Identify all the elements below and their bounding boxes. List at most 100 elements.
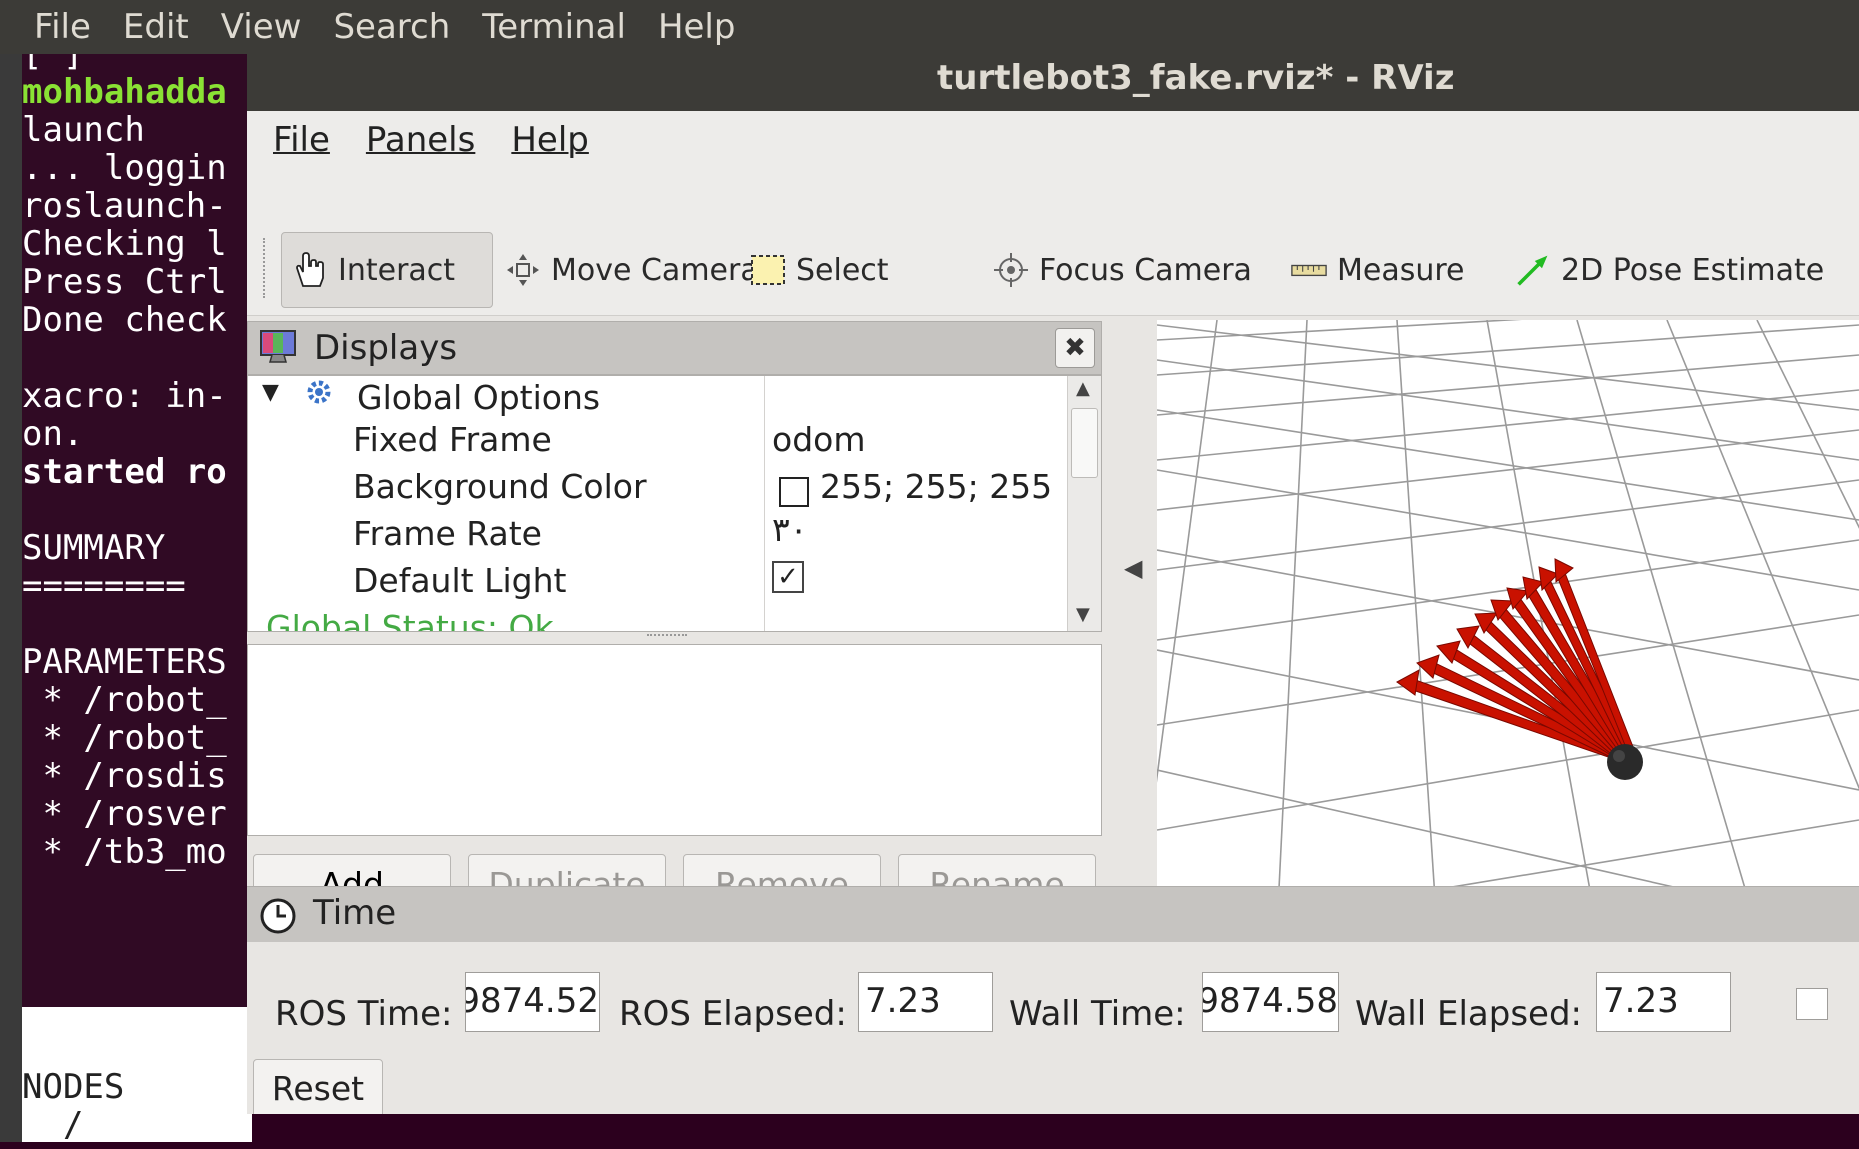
displays-panel: Displays ✖ ▼ Global Options Fixed Frame … bbox=[247, 316, 1102, 916]
terminal-menu-search[interactable]: Search bbox=[333, 7, 450, 47]
wall-time-field[interactable]: 9874.58 bbox=[1202, 972, 1339, 1032]
collapse-left-icon[interactable]: ◀ bbox=[1124, 554, 1142, 582]
column-divider[interactable] bbox=[764, 376, 765, 631]
terminal-line: on. bbox=[22, 414, 84, 454]
rviz-window: turtlebot3_fake.rviz* - RViz File Panels… bbox=[247, 54, 1859, 1114]
terminal-output[interactable]: [ ] mohbahadda launch... loggin roslaunch- C… bbox=[22, 54, 252, 1149]
bottom-bar bbox=[0, 1142, 1859, 1149]
frame-rate-label: Frame Rate bbox=[353, 514, 542, 553]
terminal-line: launch bbox=[22, 110, 145, 150]
time-title: Time bbox=[313, 893, 397, 933]
terminal-line: [ ] bbox=[22, 54, 84, 74]
interact-tool-button[interactable]: Interact bbox=[281, 232, 493, 308]
focus-camera-tool-button[interactable]: Focus Camera bbox=[993, 232, 1252, 308]
tool-toolbar: Interact Move Camera Select Focus Camera bbox=[247, 168, 1859, 316]
splitter-handle[interactable] bbox=[647, 634, 687, 640]
terminal-line: PARAMETERS bbox=[22, 642, 227, 682]
terminal-line: Checking l bbox=[22, 224, 227, 264]
rviz-menu-file[interactable]: File bbox=[273, 120, 330, 160]
terminal-menu-view[interactable]: View bbox=[221, 7, 302, 47]
measure-tool-button[interactable]: Measure bbox=[1291, 232, 1465, 308]
robot-wheel bbox=[1613, 750, 1625, 762]
select-icon bbox=[750, 252, 786, 288]
tool-label: Interact bbox=[338, 252, 456, 288]
terminal-menu-terminal[interactable]: Terminal bbox=[482, 7, 626, 47]
terminal-line: Press Ctrl bbox=[22, 262, 227, 302]
terminal-menu-help[interactable]: Help bbox=[658, 7, 736, 47]
grid-scene bbox=[1157, 320, 1859, 929]
rviz-titlebar[interactable]: turtlebot3_fake.rviz* - RViz bbox=[247, 54, 1859, 111]
fixed-frame-value[interactable]: odom bbox=[772, 420, 865, 459]
select-tool-button[interactable]: Select bbox=[750, 232, 889, 308]
terminal-line: * /tb3_mo bbox=[22, 832, 227, 872]
experimental-checkbox[interactable] bbox=[1796, 988, 1828, 1020]
tool-label: Measure bbox=[1337, 252, 1465, 288]
tool-label: Select bbox=[796, 252, 889, 288]
move-camera-icon bbox=[505, 252, 541, 288]
terminal-line: * /robot_ bbox=[22, 680, 227, 720]
tree-scrollbar[interactable]: ▲ ▼ bbox=[1067, 376, 1101, 631]
pose-estimate-icon bbox=[1515, 252, 1551, 288]
robot-model bbox=[1607, 744, 1643, 780]
pose-estimate-tool-button[interactable]: 2D Pose Estimate bbox=[1515, 232, 1824, 308]
time-panel-header[interactable]: Time bbox=[247, 886, 1859, 942]
fixed-frame-label: Fixed Frame bbox=[353, 420, 552, 459]
terminal-line: NODES bbox=[22, 1067, 125, 1107]
pose-arrows bbox=[1396, 558, 1636, 762]
tool-label: 2D Pose Estimate bbox=[1561, 252, 1825, 288]
scroll-up-icon[interactable]: ▲ bbox=[1076, 378, 1090, 399]
rviz-menu-help[interactable]: Help bbox=[511, 120, 589, 160]
background-color-value[interactable]: 255; 255; 255 bbox=[820, 467, 1052, 506]
terminal-line: * /rosver bbox=[22, 794, 227, 834]
property-description bbox=[247, 644, 1102, 836]
ros-time-label: ROS Time: bbox=[275, 994, 453, 1034]
rviz-menu-panels[interactable]: Panels bbox=[366, 120, 475, 160]
wall-elapsed-field[interactable]: 7.23 bbox=[1596, 972, 1731, 1032]
terminal-line: ... loggin bbox=[22, 148, 227, 188]
ros-time-field[interactable]: 9874.52 bbox=[465, 972, 600, 1032]
displays-tree[interactable]: ▼ Global Options Fixed Frame odom Backgr… bbox=[247, 375, 1102, 632]
terminal-line: started ro bbox=[22, 452, 227, 492]
terminal-line: mohbahadda bbox=[22, 72, 227, 112]
desktop-edge bbox=[0, 54, 22, 1149]
toolbar-grip[interactable] bbox=[263, 238, 269, 298]
terminal-menubar: File Edit View Search Terminal Help bbox=[0, 0, 1859, 54]
terminal-menu-edit[interactable]: Edit bbox=[123, 7, 189, 47]
terminal-line: SUMMARY bbox=[22, 528, 166, 568]
close-icon[interactable]: ✖ bbox=[1055, 328, 1095, 368]
ros-elapsed-field[interactable]: 7.23 bbox=[858, 972, 993, 1032]
measure-icon bbox=[1291, 252, 1327, 288]
frame-rate-value[interactable]: ٣٠ bbox=[772, 510, 807, 549]
expand-arrow-icon[interactable]: ▼ bbox=[262, 380, 279, 405]
time-panel: ROS Time: 9874.52 ROS Elapsed: 7.23 Wall… bbox=[247, 942, 1859, 1114]
displays-title: Displays bbox=[314, 328, 458, 368]
default-light-checkbox[interactable]: ✓ bbox=[772, 561, 804, 593]
terminal-selection: NODES / bbox=[22, 1007, 252, 1145]
move-camera-tool-button[interactable]: Move Camera bbox=[505, 232, 759, 308]
terminal-line: xacro: in- bbox=[22, 376, 227, 416]
displays-header[interactable]: Displays ✖ bbox=[247, 321, 1102, 375]
scroll-thumb[interactable] bbox=[1071, 408, 1098, 478]
wall-elapsed-label: Wall Elapsed: bbox=[1355, 994, 1582, 1034]
terminal-menu-file[interactable]: File bbox=[34, 7, 91, 47]
scroll-down-icon[interactable]: ▼ bbox=[1076, 604, 1090, 625]
color-swatch[interactable] bbox=[779, 477, 809, 507]
reset-button[interactable]: Reset bbox=[253, 1059, 383, 1114]
terminal-line: roslaunch- bbox=[22, 186, 227, 226]
tool-label: Focus Camera bbox=[1039, 252, 1252, 288]
focus-camera-icon bbox=[993, 252, 1029, 288]
monitor-icon bbox=[258, 328, 298, 372]
terminal-line: * /robot_ bbox=[22, 718, 227, 758]
wall-time-label: Wall Time: bbox=[1009, 994, 1186, 1034]
render-view[interactable] bbox=[1157, 320, 1859, 929]
background-color-label: Background Color bbox=[353, 467, 647, 506]
tool-label: Move Camera bbox=[551, 252, 759, 288]
rviz-menubar: File Panels Help bbox=[247, 111, 1859, 168]
global-options-label: Global Options bbox=[357, 378, 601, 417]
hand-icon bbox=[292, 252, 328, 288]
terminal-line: Done check bbox=[22, 300, 227, 340]
gear-icon bbox=[304, 376, 334, 415]
terminal-line: / bbox=[22, 1105, 84, 1145]
partial-tree-row[interactable]: Global Status: Ok bbox=[266, 608, 554, 631]
terminal-line: * /rosdis bbox=[22, 756, 227, 796]
